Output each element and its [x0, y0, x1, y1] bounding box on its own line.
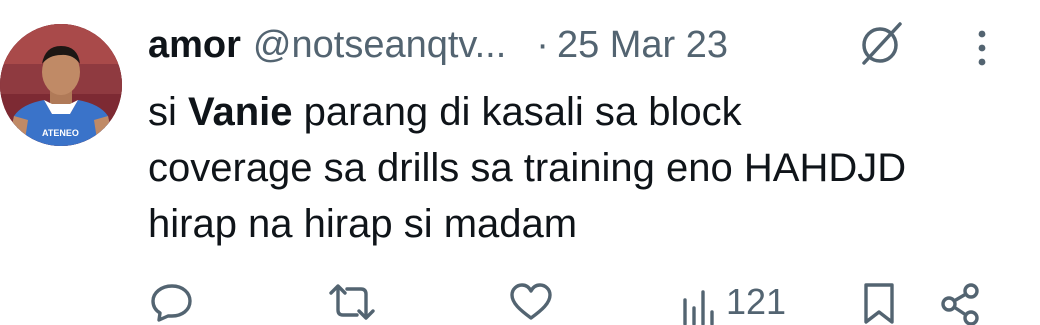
- tweet-header: amor @notseanqtv... · 25 Mar 23: [148, 22, 728, 68]
- more-vertical-icon[interactable]: [966, 26, 998, 70]
- bookmark-button[interactable]: [862, 282, 896, 325]
- views-icon: [683, 290, 714, 325]
- share-button[interactable]: [940, 282, 980, 325]
- like-icon: [510, 283, 552, 320]
- bookmark-icon: [864, 283, 894, 324]
- tweet-text-line-3: hirap na hirap si madam: [148, 202, 578, 246]
- views-button[interactable]: 121: [680, 282, 786, 325]
- action-bar: 121: [0, 282, 1040, 325]
- retweet-button[interactable]: [327, 282, 377, 325]
- views-count: 121: [726, 281, 787, 322]
- tweet-text-prefix: si: [148, 90, 188, 134]
- separator-dot: ·: [536, 24, 549, 66]
- tweet-date[interactable]: 25 Mar 23: [557, 22, 728, 68]
- retweet-icon: [329, 284, 375, 320]
- tweet-text-line-2: coverage sa drills sa training eno HAHDJ…: [148, 146, 907, 190]
- svg-text:ATENEO: ATENEO: [42, 128, 79, 138]
- slash-icon[interactable]: [852, 16, 908, 72]
- tweet-text-line-1: si Vanie parang di kasali sa block: [148, 84, 1028, 140]
- share-icon: [941, 283, 979, 325]
- display-name[interactable]: amor: [148, 22, 241, 68]
- tweet-text-line-1-rest: parang di kasali sa block: [292, 90, 742, 134]
- reply-icon: [151, 284, 192, 322]
- avatar-image: ATENEO: [0, 24, 122, 146]
- reply-button[interactable]: [150, 282, 194, 325]
- user-handle[interactable]: @notseanqtv...: [253, 22, 506, 68]
- tweet-text-bold: Vanie: [188, 90, 293, 134]
- tweet-text: si Vanie parang di kasali sa block cover…: [148, 84, 1028, 252]
- avatar[interactable]: ATENEO: [0, 24, 122, 146]
- like-button[interactable]: [508, 282, 554, 325]
- tweet-card[interactable]: ATENEO amor @notseanqtv... · 25 Mar 23 s…: [0, 0, 1040, 325]
